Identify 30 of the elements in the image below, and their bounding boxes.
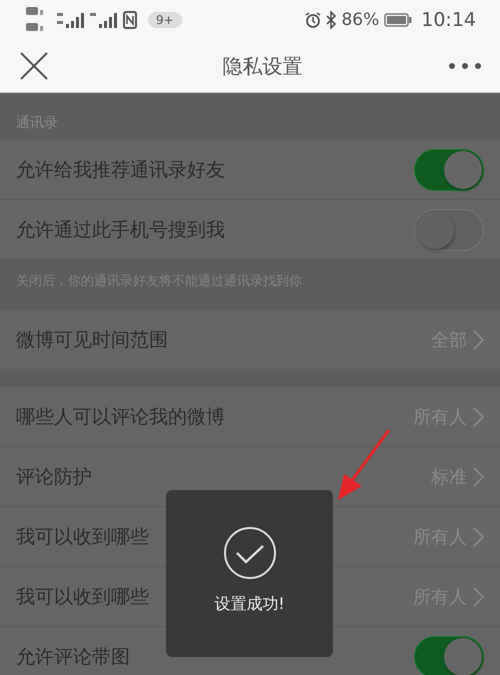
- signal-icon: [57, 11, 85, 29]
- battery-percent: 86%: [341, 10, 380, 30]
- notification-badge: 9+: [148, 12, 182, 28]
- page-title: 隐私设置: [222, 52, 302, 80]
- setting-label: 我可以收到哪些: [16, 584, 149, 610]
- toggle-switch[interactable]: [414, 148, 484, 190]
- close-icon[interactable]: [19, 51, 49, 81]
- toast-message: 设置成功!: [214, 594, 285, 615]
- setting-label: 允许给我推荐通讯录好友: [16, 158, 225, 182]
- signal-icon: [90, 11, 118, 29]
- chevron-icon[interactable]: [473, 586, 484, 606]
- nfc-icon: [123, 11, 137, 29]
- bluetooth-icon: [326, 11, 336, 29]
- chevron-icon[interactable]: [473, 466, 484, 486]
- chevron-icon[interactable]: [473, 406, 484, 426]
- more-icon[interactable]: [448, 62, 482, 70]
- setting-label: 允许评论带图: [16, 644, 130, 670]
- toggle-switch[interactable]: [414, 208, 484, 250]
- clock: 10:14: [421, 9, 476, 31]
- chevron-icon[interactable]: [473, 330, 484, 350]
- check-circle-icon: [222, 526, 276, 580]
- alarm-icon: [305, 12, 322, 28]
- setting-label: 微博可见时间范围: [16, 328, 168, 352]
- setting-label: 评论防护: [16, 464, 92, 490]
- setting-label: 允许通过此手机号搜到我: [16, 218, 225, 242]
- toggle-switch[interactable]: [414, 636, 484, 675]
- chevron-icon[interactable]: [473, 526, 484, 546]
- setting-label: 哪些人可以评论我的微博: [16, 404, 225, 430]
- battery-icon: [384, 13, 412, 27]
- setting-label: 我可以收到哪些: [16, 524, 149, 550]
